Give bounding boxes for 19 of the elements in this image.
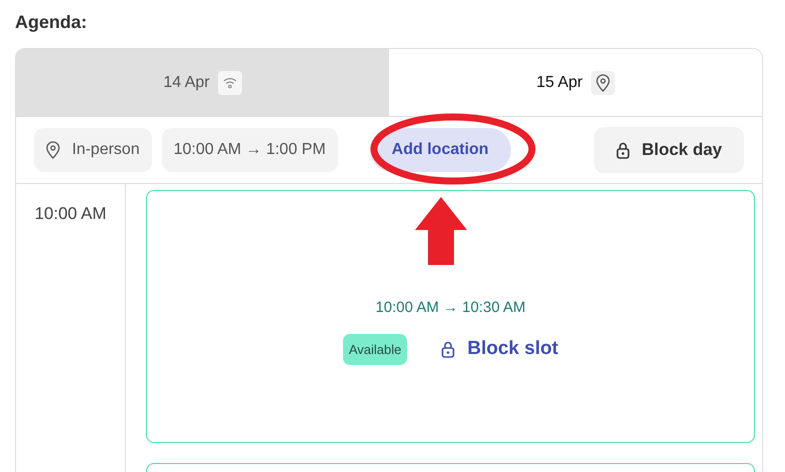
status-badge: Available: [342, 334, 408, 364]
date-tab[interactable]: 14 Apr: [16, 49, 389, 116]
location-label: In-person: [72, 141, 140, 159]
slot-time-range: 10:00 AM → 10:30 AM: [375, 298, 526, 316]
lock-icon: [441, 340, 456, 358]
agenda-heading: Agenda:: [15, 12, 88, 33]
location-pin-icon: [596, 74, 610, 92]
hours-chip[interactable]: 10:00 AM → 1:00 PM: [162, 128, 338, 172]
wifi-icon: [222, 76, 237, 88]
tab-label: 15 Apr: [536, 74, 583, 92]
block-slot-button[interactable]: Block slot: [441, 338, 558, 360]
time-label: 10:00 AM: [34, 204, 106, 224]
pointer-arrow: [415, 197, 467, 265]
block-day-button[interactable]: Block day: [594, 127, 744, 173]
location-chip[interactable]: In-person: [34, 128, 152, 172]
location-pin-icon: [46, 141, 60, 159]
tab-label: 14 Apr: [163, 74, 210, 92]
lock-icon: [616, 142, 630, 158]
add-location-button[interactable]: Add location: [370, 128, 511, 172]
